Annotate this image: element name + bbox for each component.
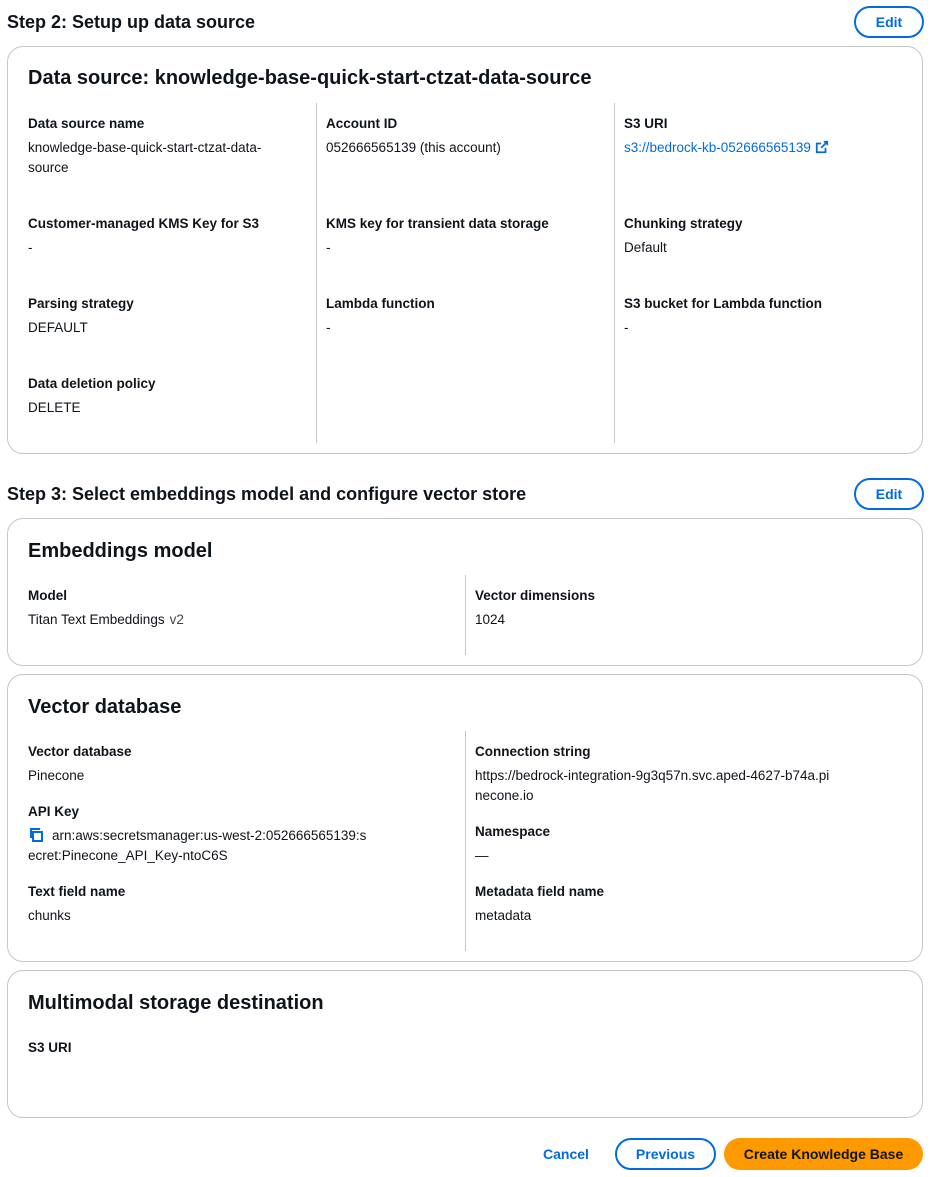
embeddings-card: Embeddings model Model Titan Text Embedd… [7, 518, 923, 666]
create-knowledge-base-button[interactable]: Create Knowledge Base [724, 1138, 923, 1170]
step2-title: Step 2: Setup up data source [7, 11, 256, 32]
namespace-label: Namespace [475, 824, 551, 839]
deletion-field: Data deletion policy DELETE [28, 374, 298, 418]
chunking-field: Chunking strategy Default [624, 214, 904, 258]
ds-name-label: Data source name [28, 116, 145, 131]
column-divider [614, 103, 615, 443]
kms-s3-label: Customer-managed KMS Key for S3 [28, 216, 260, 231]
parsing-value: DEFAULT [28, 320, 88, 335]
cancel-button[interactable]: Cancel [525, 1138, 607, 1170]
lambda-label: Lambda function [326, 296, 435, 311]
parsing-label: Parsing strategy [28, 296, 134, 311]
s3-lambda-field: S3 bucket for Lambda function - [624, 294, 904, 338]
metadata-label: Metadata field name [475, 884, 605, 899]
namespace-value: — [475, 848, 489, 863]
text-field-label: Text field name [28, 884, 126, 899]
data-source-card: Data source: knowledge-base-quick-start-… [7, 46, 923, 454]
metadata-field: Metadata field name metadata [475, 882, 895, 926]
previous-button[interactable]: Previous [615, 1138, 716, 1170]
api-key-label: API Key [28, 804, 80, 819]
vector-db-value: Pinecone [28, 768, 85, 783]
embeddings-card-title: Embeddings model [28, 540, 213, 562]
dims-label: Vector dimensions [475, 588, 596, 603]
text-field-value: chunks [28, 908, 71, 923]
kms-s3-value: - [28, 240, 33, 255]
column-divider [465, 575, 466, 655]
model-name: Titan Text Embeddings [28, 612, 165, 627]
chunking-value: Default [624, 240, 667, 255]
data-source-card-title: Data source: knowledge-base-quick-start-… [28, 67, 592, 89]
api-key-value: arn:aws:secretsmanager:us-west-2:0526665… [28, 826, 368, 866]
connection-string-field: Connection string https://bedrock-integr… [475, 742, 835, 806]
vector-db-label: Vector database [28, 744, 132, 759]
model-label: Model [28, 588, 67, 603]
s3-lambda-value: - [624, 320, 629, 335]
kms-transient-label: KMS key for transient data storage [326, 216, 549, 231]
step2-header: Step 2: Setup up data source Edit [7, 6, 924, 38]
kms-transient-value: - [326, 240, 331, 255]
vector-db-field: Vector database Pinecone [28, 742, 448, 786]
connection-string-label: Connection string [475, 744, 591, 759]
model-version: v2 [169, 612, 184, 627]
deletion-label: Data deletion policy [28, 376, 156, 391]
external-link-icon[interactable] [815, 140, 829, 154]
lambda-field: Lambda function - [326, 294, 596, 338]
step2-edit-button[interactable]: Edit [854, 6, 924, 38]
connection-string-value: https://bedrock-integration-9g3q57n.svc.… [475, 768, 830, 803]
multimodal-s3uri-field: S3 URI [28, 1038, 448, 1058]
parsing-field: Parsing strategy DEFAULT [28, 294, 298, 338]
s3uri-field: S3 URI s3://bedrock-kb-052666565139 [624, 114, 904, 158]
chunking-label: Chunking strategy [624, 216, 743, 231]
account-label: Account ID [326, 116, 398, 131]
step3-edit-button[interactable]: Edit [854, 478, 924, 510]
kms-transient-field: KMS key for transient data storage - [326, 214, 596, 258]
step3-header: Step 3: Select embeddings model and conf… [7, 478, 924, 510]
s3-lambda-label: S3 bucket for Lambda function [624, 296, 823, 311]
column-divider [465, 731, 466, 951]
ds-name-field: Data source name knowledge-base-quick-st… [28, 114, 298, 178]
deletion-value: DELETE [28, 400, 81, 415]
vector-database-card-title: Vector database [28, 696, 182, 718]
text-field-name-field: Text field name chunks [28, 882, 448, 926]
vector-database-card: Vector database Vector database Pinecone… [7, 674, 923, 962]
dims-field: Vector dimensions 1024 [475, 586, 895, 630]
metadata-value: metadata [475, 908, 532, 923]
lambda-value: - [326, 320, 331, 335]
ds-name-value: knowledge-base-quick-start-ctzat-data-so… [28, 140, 262, 175]
account-field: Account ID 052666565139 (this account) [326, 114, 596, 158]
multimodal-card: Multimodal storage destination S3 URI [7, 970, 923, 1118]
column-divider [316, 103, 317, 443]
wizard-footer: Cancel Previous Create Knowledge Base [525, 1138, 923, 1170]
model-field: Model Titan Text Embeddings v2 [28, 586, 448, 630]
step3-title: Step 3: Select embeddings model and conf… [7, 483, 527, 504]
s3uri-link[interactable]: s3://bedrock-kb-052666565139 [624, 140, 811, 155]
s3uri-value: s3://bedrock-kb-052666565139 [624, 138, 904, 158]
account-value: 052666565139 (this account) [326, 140, 501, 155]
multimodal-card-title: Multimodal storage destination [28, 992, 324, 1014]
s3uri-label: S3 URI [624, 116, 668, 131]
api-key-text: arn:aws:secretsmanager:us-west-2:0526665… [28, 828, 367, 863]
api-key-field: API Key arn:aws:secretsmanager:us-west-2… [28, 802, 368, 866]
dims-value: 1024 [475, 612, 506, 627]
namespace-field: Namespace — [475, 822, 895, 866]
kms-s3-field: Customer-managed KMS Key for S3 - [28, 214, 298, 258]
model-value: Titan Text Embeddings v2 [28, 610, 448, 630]
multimodal-s3uri-label: S3 URI [28, 1040, 72, 1055]
copy-icon[interactable] [28, 827, 44, 843]
